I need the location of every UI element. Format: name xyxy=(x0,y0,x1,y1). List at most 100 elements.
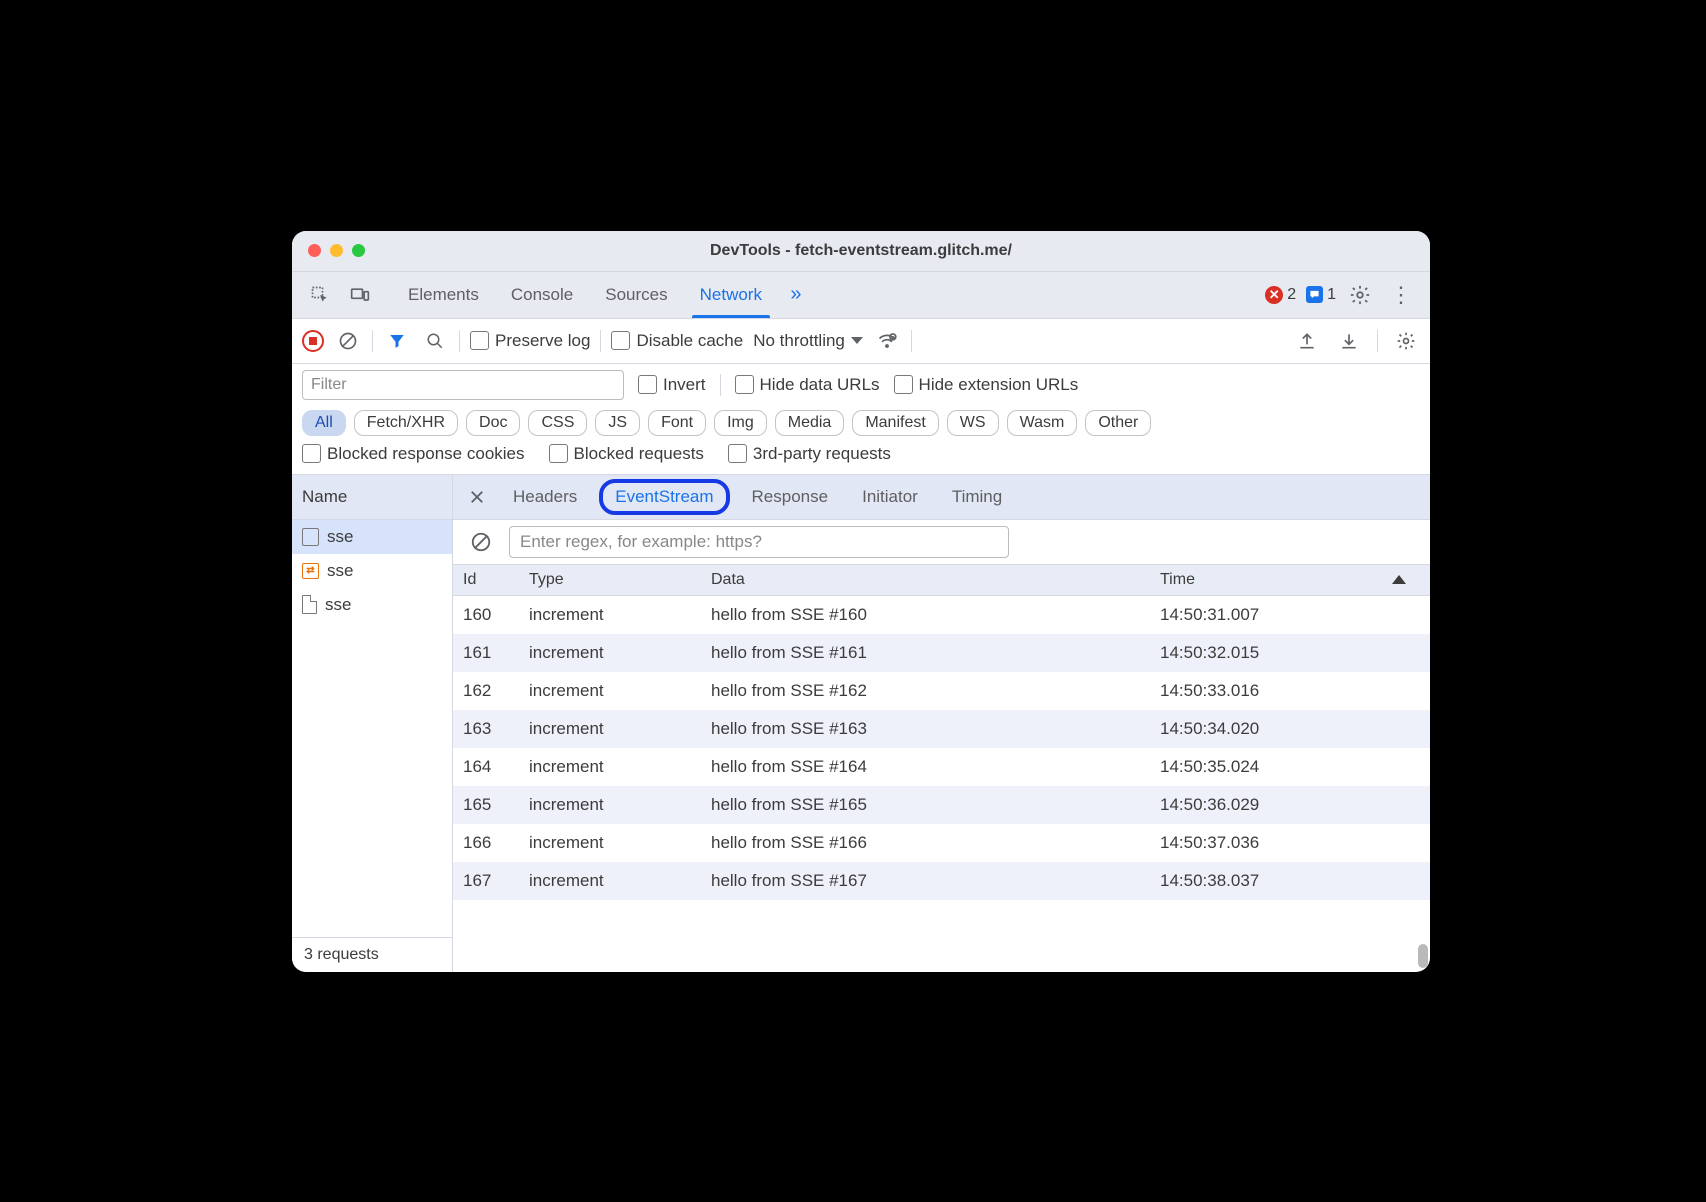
tab-network[interactable]: Network xyxy=(684,272,778,318)
chip-all[interactable]: All xyxy=(302,410,346,436)
details-tab-initiator[interactable]: Initiator xyxy=(854,483,926,511)
chip-media[interactable]: Media xyxy=(775,410,845,436)
event-row[interactable]: 165incrementhello from SSE #16514:50:36.… xyxy=(453,786,1430,824)
info-icon xyxy=(1306,286,1323,303)
sort-ascending-icon xyxy=(1392,575,1406,584)
chip-doc[interactable]: Doc xyxy=(466,410,520,436)
request-item[interactable]: sse xyxy=(292,520,452,554)
cell-data: hello from SSE #162 xyxy=(711,681,1160,701)
preserve-log-checkbox[interactable]: Preserve log xyxy=(470,331,590,351)
chip-manifest[interactable]: Manifest xyxy=(852,410,938,436)
event-table: Id Type Data Time 160incrementhello from… xyxy=(453,565,1430,972)
regex-filter-input[interactable] xyxy=(509,526,1009,558)
request-list: Name sse⇄ssesse 3 requests xyxy=(292,475,453,972)
col-id-header[interactable]: Id xyxy=(453,571,529,589)
chip-js[interactable]: JS xyxy=(595,410,640,436)
tab-elements[interactable]: Elements xyxy=(392,272,495,318)
cell-id: 167 xyxy=(453,871,529,891)
errors-count: 2 xyxy=(1287,286,1296,304)
errors-badge[interactable]: ✕ 2 xyxy=(1265,286,1296,304)
event-row[interactable]: 161incrementhello from SSE #16114:50:32.… xyxy=(453,634,1430,672)
close-details-icon[interactable] xyxy=(463,483,491,511)
upload-har-icon[interactable] xyxy=(1293,327,1321,355)
request-list-header[interactable]: Name xyxy=(292,475,452,520)
event-row[interactable]: 163incrementhello from SSE #16314:50:34.… xyxy=(453,710,1430,748)
document-icon xyxy=(302,528,319,546)
type-filter-chips: All Fetch/XHR Doc CSS JS Font Img Media Manifest… xyxy=(292,406,1430,444)
details-tab-response[interactable]: Response xyxy=(744,483,837,511)
kebab-menu-icon[interactable]: ⋮ xyxy=(1384,284,1418,306)
more-tabs-button[interactable]: » xyxy=(782,281,810,309)
inspect-element-icon[interactable] xyxy=(306,281,334,309)
col-type-header[interactable]: Type xyxy=(529,571,711,589)
blocked-requests-checkbox[interactable]: Blocked requests xyxy=(549,444,704,464)
hide-ext-label: Hide extension URLs xyxy=(919,375,1079,395)
cell-time: 14:50:31.007 xyxy=(1160,605,1430,625)
col-data-header[interactable]: Data xyxy=(711,571,1160,589)
event-row[interactable]: 164incrementhello from SSE #16414:50:35.… xyxy=(453,748,1430,786)
chip-css[interactable]: CSS xyxy=(528,410,587,436)
details-tab-timing[interactable]: Timing xyxy=(944,483,1010,511)
request-item[interactable]: sse xyxy=(292,588,452,622)
settings-icon[interactable] xyxy=(1346,281,1374,309)
checkbox-icon xyxy=(549,444,568,463)
chip-img[interactable]: Img xyxy=(714,410,767,436)
network-conditions-icon[interactable] xyxy=(873,327,901,355)
invert-label: Invert xyxy=(663,375,706,395)
download-har-icon[interactable] xyxy=(1335,327,1363,355)
event-row[interactable]: 162incrementhello from SSE #16214:50:33.… xyxy=(453,672,1430,710)
third-party-checkbox[interactable]: 3rd-party requests xyxy=(728,444,891,464)
cell-type: increment xyxy=(529,719,711,739)
filter-input[interactable] xyxy=(302,370,624,400)
cell-id: 161 xyxy=(453,643,529,663)
minimize-window-button[interactable] xyxy=(330,244,343,257)
record-button[interactable] xyxy=(302,330,324,352)
divider xyxy=(372,330,373,352)
filter-row: Invert Hide data URLs Hide extension URL… xyxy=(292,364,1430,406)
devtools-window: DevTools - fetch-eventstream.glitch.me/ … xyxy=(292,231,1430,972)
cell-time: 14:50:36.029 xyxy=(1160,795,1430,815)
window-title: DevTools - fetch-eventstream.glitch.me/ xyxy=(292,242,1430,260)
details-tab-headers[interactable]: Headers xyxy=(505,483,585,511)
scrollbar-thumb[interactable] xyxy=(1418,944,1428,968)
request-item[interactable]: ⇄sse xyxy=(292,554,452,588)
eventstream-filter-row xyxy=(453,520,1430,565)
blocked-cookies-checkbox[interactable]: Blocked response cookies xyxy=(302,444,525,464)
event-table-body[interactable]: 160incrementhello from SSE #16014:50:31.… xyxy=(453,596,1430,972)
col-time-header[interactable]: Time xyxy=(1160,571,1430,589)
event-row[interactable]: 167incrementhello from SSE #16714:50:38.… xyxy=(453,862,1430,900)
clear-events-icon[interactable] xyxy=(467,528,495,556)
cell-type: increment xyxy=(529,605,711,625)
cell-data: hello from SSE #166 xyxy=(711,833,1160,853)
search-icon[interactable] xyxy=(421,327,449,355)
blocked-cookies-label: Blocked response cookies xyxy=(327,444,525,464)
disable-cache-checkbox[interactable]: Disable cache xyxy=(611,331,743,351)
details-tab-eventstream[interactable]: EventStream xyxy=(603,483,725,511)
filter-icon[interactable] xyxy=(383,327,411,355)
hide-data-urls-checkbox[interactable]: Hide data URLs xyxy=(735,375,880,395)
disable-cache-label: Disable cache xyxy=(636,331,743,351)
cell-data: hello from SSE #167 xyxy=(711,871,1160,891)
chip-ws[interactable]: WS xyxy=(947,410,999,436)
clear-icon[interactable] xyxy=(334,327,362,355)
tab-sources[interactable]: Sources xyxy=(589,272,683,318)
messages-badge[interactable]: 1 xyxy=(1306,286,1336,304)
request-name: sse xyxy=(327,561,353,581)
cell-data: hello from SSE #163 xyxy=(711,719,1160,739)
invert-checkbox[interactable]: Invert xyxy=(638,375,706,395)
event-row[interactable]: 160incrementhello from SSE #16014:50:31.… xyxy=(453,596,1430,634)
chip-font[interactable]: Font xyxy=(648,410,706,436)
cell-id: 163 xyxy=(453,719,529,739)
close-window-button[interactable] xyxy=(308,244,321,257)
network-settings-icon[interactable] xyxy=(1392,327,1420,355)
chip-other[interactable]: Other xyxy=(1085,410,1151,436)
event-row[interactable]: 166incrementhello from SSE #16614:50:37.… xyxy=(453,824,1430,862)
device-toolbar-icon[interactable] xyxy=(346,281,374,309)
hide-extension-urls-checkbox[interactable]: Hide extension URLs xyxy=(894,375,1079,395)
main-tabs: ElementsConsoleSourcesNetwork xyxy=(392,272,778,318)
throttling-dropdown[interactable]: No throttling xyxy=(753,331,863,351)
tab-console[interactable]: Console xyxy=(495,272,589,318)
chip-wasm[interactable]: Wasm xyxy=(1007,410,1078,436)
zoom-window-button[interactable] xyxy=(352,244,365,257)
chip-fetchxhr[interactable]: Fetch/XHR xyxy=(354,410,458,436)
